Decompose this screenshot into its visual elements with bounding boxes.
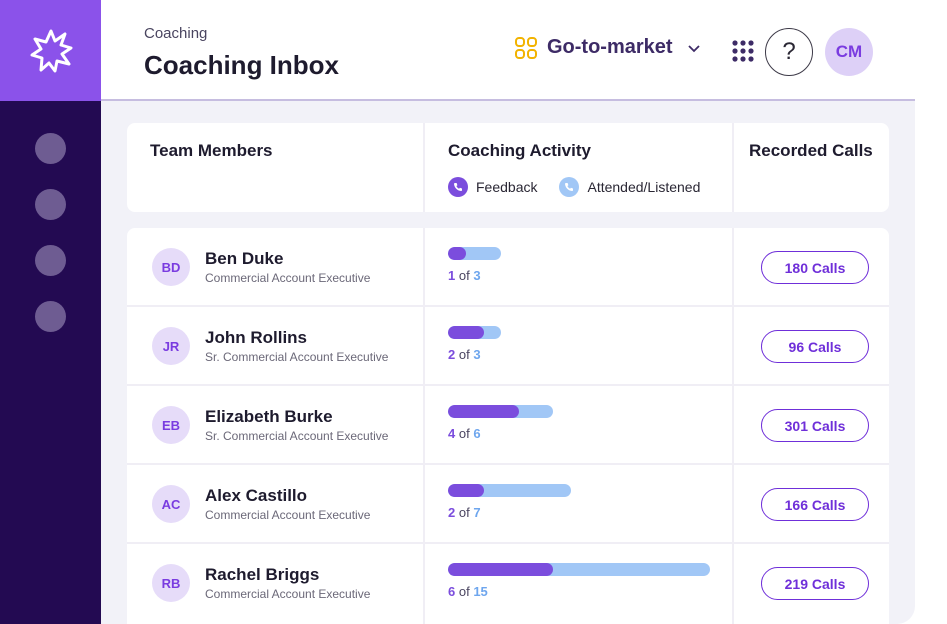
table-row[interactable]: AC Alex Castillo Commercial Account Execut… <box>127 465 889 544</box>
table-row[interactable]: BD Ben Duke Commercial Account Executive 1 … <box>127 228 889 307</box>
nav-dot-icon[interactable] <box>35 189 66 220</box>
column-divider <box>423 123 425 212</box>
member-name[interactable]: Ben Duke <box>205 249 283 269</box>
recorded-calls-button[interactable]: 219 Calls <box>761 567 869 600</box>
recorded-calls-button[interactable]: 301 Calls <box>761 409 869 442</box>
feedback-progress-fill <box>448 405 519 418</box>
activity-legend: Feedback Attended/Listened <box>448 177 722 197</box>
app-window: Coaching Coaching Inbox Go-to-market ? C… <box>0 0 915 624</box>
recorded-calls-button[interactable]: 96 Calls <box>761 330 869 363</box>
column-header-recorded-calls[interactable]: Recorded Calls <box>749 141 873 161</box>
feedback-progress-fill <box>448 563 553 576</box>
apps-grid-icon[interactable] <box>732 40 754 62</box>
workspace-selector[interactable]: Go-to-market <box>515 36 701 59</box>
column-header-coaching-activity[interactable]: Coaching Activity <box>448 141 591 161</box>
count-separator: of <box>455 426 474 441</box>
team-members-table: BD Ben Duke Commercial Account Executive 1 … <box>127 228 889 624</box>
total-count: 7 <box>473 505 481 520</box>
table-header: Team Members Coaching Activity Recorded … <box>127 123 889 212</box>
breadcrumb[interactable]: Coaching <box>144 25 207 42</box>
legend-attended: Attended/Listened <box>559 177 700 197</box>
help-button[interactable]: ? <box>765 28 813 76</box>
feedback-progress-fill <box>448 484 484 497</box>
coaching-progress-bar <box>448 326 501 339</box>
total-count: 6 <box>473 426 481 441</box>
workspace-label: Go-to-market <box>547 36 673 58</box>
member-role: Sr. Commercial Account Executive <box>205 350 389 364</box>
total-count: 3 <box>473 268 481 283</box>
coaching-count: 4 of 6 <box>448 426 481 441</box>
page-header: Coaching Coaching Inbox Go-to-market ? C… <box>101 0 915 101</box>
chevron-down-icon <box>687 44 700 52</box>
phone-icon <box>559 177 580 197</box>
member-name[interactable]: John Rollins <box>205 328 307 348</box>
member-role: Commercial Account Executive <box>205 587 371 601</box>
coaching-count: 2 of 3 <box>448 347 481 362</box>
count-separator: of <box>455 584 474 599</box>
column-header-team-members[interactable]: Team Members <box>150 141 273 161</box>
legend-label: Feedback <box>476 179 538 195</box>
coaching-count: 1 of 3 <box>448 268 481 283</box>
recorded-calls-button[interactable]: 180 Calls <box>761 251 869 284</box>
member-name[interactable]: Alex Castillo <box>205 486 307 506</box>
member-role: Commercial Account Executive <box>205 508 371 522</box>
feedback-progress-fill <box>448 247 466 260</box>
user-avatar[interactable]: CM <box>825 28 873 76</box>
logo[interactable] <box>0 0 101 101</box>
page-title: Coaching Inbox <box>144 50 339 80</box>
member-avatar: RB <box>152 564 190 602</box>
starburst-logo-icon <box>30 29 72 72</box>
member-avatar: EB <box>152 406 190 444</box>
count-separator: of <box>455 505 474 520</box>
phone-icon <box>448 177 468 197</box>
legend-label: Attended/Listened <box>587 179 701 195</box>
column-divider <box>732 123 734 212</box>
total-count: 15 <box>473 584 488 599</box>
sidebar <box>0 0 101 624</box>
member-avatar: BD <box>152 248 190 286</box>
member-role: Sr. Commercial Account Executive <box>205 429 389 443</box>
coaching-progress-bar <box>448 563 710 576</box>
member-name[interactable]: Elizabeth Burke <box>205 407 333 427</box>
coaching-progress-bar <box>448 405 553 418</box>
coaching-count: 2 of 7 <box>448 505 481 520</box>
count-separator: of <box>455 268 474 283</box>
table-row[interactable]: RB Rachel Briggs Commercial Account Execut… <box>127 544 889 623</box>
member-name[interactable]: Rachel Briggs <box>205 565 319 585</box>
legend-feedback: Feedback <box>448 177 537 197</box>
total-count: 3 <box>473 347 481 362</box>
nav-dot-icon[interactable] <box>35 301 66 332</box>
recorded-calls-button[interactable]: 166 Calls <box>761 488 869 521</box>
member-avatar: AC <box>152 485 190 523</box>
feedback-progress-fill <box>448 326 484 339</box>
coaching-count: 6 of 15 <box>448 584 488 599</box>
coaching-progress-bar <box>448 247 501 260</box>
table-row[interactable]: JR John Rollins Sr. Commercial Account Exe… <box>127 307 889 386</box>
count-separator: of <box>455 347 474 362</box>
member-avatar: JR <box>152 327 190 365</box>
grid-squares-icon <box>515 36 537 59</box>
nav-dot-icon[interactable] <box>35 133 66 164</box>
coaching-progress-bar <box>448 484 571 497</box>
member-role: Commercial Account Executive <box>205 271 371 285</box>
table-row[interactable]: EB Elizabeth Burke Sr. Commercial Account … <box>127 386 889 465</box>
nav-dot-icon[interactable] <box>35 245 66 276</box>
